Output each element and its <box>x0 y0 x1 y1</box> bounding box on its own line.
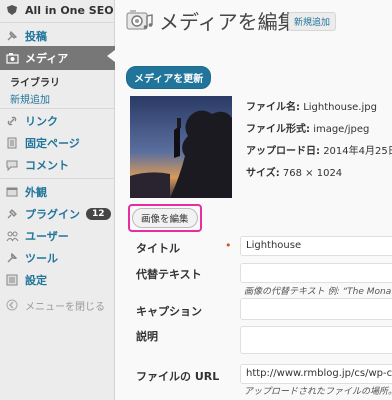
add-new-button[interactable]: 新規追加 <box>288 12 337 31</box>
submenu-add-new[interactable]: 新規追加 <box>10 91 50 106</box>
alt-text-input[interactable] <box>240 263 392 283</box>
sidebar-item-links[interactable]: リンク <box>0 110 115 132</box>
sidebar-item-media[interactable]: メディア <box>0 46 115 70</box>
sidebar-item-label: リンク <box>25 115 58 128</box>
page-title: メディアを編集 <box>159 10 298 34</box>
sidebar-item-tools[interactable]: ツール <box>0 247 115 269</box>
current-arrow <box>107 50 115 62</box>
sidebar-item-comments[interactable]: コメント <box>0 154 115 176</box>
image-thumbnail <box>130 96 232 198</box>
upload-date-value: 2014年4月25日 <box>323 146 392 157</box>
link-icon <box>5 114 19 128</box>
alt-text-help: 画像の代替テキスト 例: “The Mona <box>244 287 392 297</box>
collapse-arrow-icon <box>5 298 19 312</box>
caption-input[interactable] <box>240 298 392 320</box>
edit-image-button[interactable]: 画像を編集 <box>132 208 198 228</box>
caption-label: キャプション <box>136 305 202 318</box>
file-type-label: ファイル形式: <box>246 124 310 135</box>
sidebar-item-label: 固定ページ <box>25 137 80 150</box>
update-media-button[interactable]: メディアを更新 <box>126 66 212 89</box>
page-icon <box>5 136 19 150</box>
file-url-label: ファイルの URL <box>136 370 220 383</box>
sidebar-item-settings[interactable]: 設定 <box>0 269 115 291</box>
sidebar-item-plugins[interactable]: プラグイン 12 <box>0 203 115 225</box>
sidebar-item-posts[interactable]: 投稿 <box>0 25 115 47</box>
tools-icon <box>5 251 19 265</box>
file-url-help: アップロードされたファイルの場所。 <box>244 387 392 397</box>
title-label: タイトル <box>136 242 180 255</box>
users-icon <box>5 229 19 243</box>
sidebar-item-label: ユーザー <box>25 230 69 243</box>
main-content: メディアを編集 新規追加 メディアを更新 ファイル名: Lighthouse.j… <box>116 0 392 400</box>
sidebar-item-users[interactable]: ユーザー <box>0 225 115 247</box>
sidebar-item-label: 投稿 <box>25 30 47 43</box>
submenu-library[interactable]: ライブラリ <box>10 74 60 89</box>
plugin-icon <box>5 207 19 221</box>
sidebar-item-appearance[interactable]: 外観 <box>0 181 115 203</box>
file-type-value: image/jpeg <box>313 124 370 135</box>
sidebar-item-pages[interactable]: 固定ページ <box>0 132 115 154</box>
shield-icon <box>5 3 19 17</box>
required-marker: • <box>225 239 232 252</box>
collapse-menu-button[interactable]: メニューを閉じる <box>0 294 115 316</box>
pin-icon <box>5 29 19 43</box>
media-page-icon <box>126 8 154 32</box>
sidebar-item-label: メディア <box>25 52 69 65</box>
collapse-menu-label: メニューを閉じる <box>25 301 105 313</box>
settings-icon <box>5 273 19 287</box>
sidebar-item-label: ツール <box>25 252 58 265</box>
appearance-icon <box>5 185 19 199</box>
file-type-row: ファイル形式: image/jpeg <box>246 120 369 135</box>
title-input[interactable]: Lighthouse <box>240 236 392 256</box>
size-label: サイズ: <box>246 168 280 179</box>
admin-sidebar: All in One SEO 投稿 メディア ライブラリ 新規追加 リンク 固定… <box>0 0 115 400</box>
sidebar-item-label: 外観 <box>25 186 47 199</box>
file-url-input[interactable]: http://www.rmblog.jp/cs/wp-cont <box>240 364 392 384</box>
file-name-row: ファイル名: Lighthouse.jpg <box>246 98 377 113</box>
alt-text-label: 代替テキスト <box>136 268 202 281</box>
media-icon <box>5 51 19 65</box>
file-name-value: Lighthouse.jpg <box>303 102 377 113</box>
description-input[interactable] <box>240 326 392 354</box>
comment-icon <box>5 158 19 172</box>
upload-date-row: アップロード日: 2014年4月25日 <box>246 142 392 157</box>
sidebar-item-label: All in One SEO <box>25 3 114 17</box>
edit-image-highlight: 画像を編集 <box>128 204 202 232</box>
size-value: 768 × 1024 <box>282 168 343 179</box>
size-row: サイズ: 768 × 1024 <box>246 164 342 179</box>
sidebar-item-label: 設定 <box>25 274 47 287</box>
sidebar-item-seo[interactable]: All in One SEO <box>0 0 115 20</box>
file-name-label: ファイル名: <box>246 102 300 113</box>
sidebar-item-label: プラグイン <box>25 208 80 221</box>
description-label: 説明 <box>136 330 158 343</box>
upload-date-label: アップロード日: <box>246 146 320 157</box>
sidebar-item-label: コメント <box>25 159 69 172</box>
update-count-badge: 12 <box>86 208 111 220</box>
